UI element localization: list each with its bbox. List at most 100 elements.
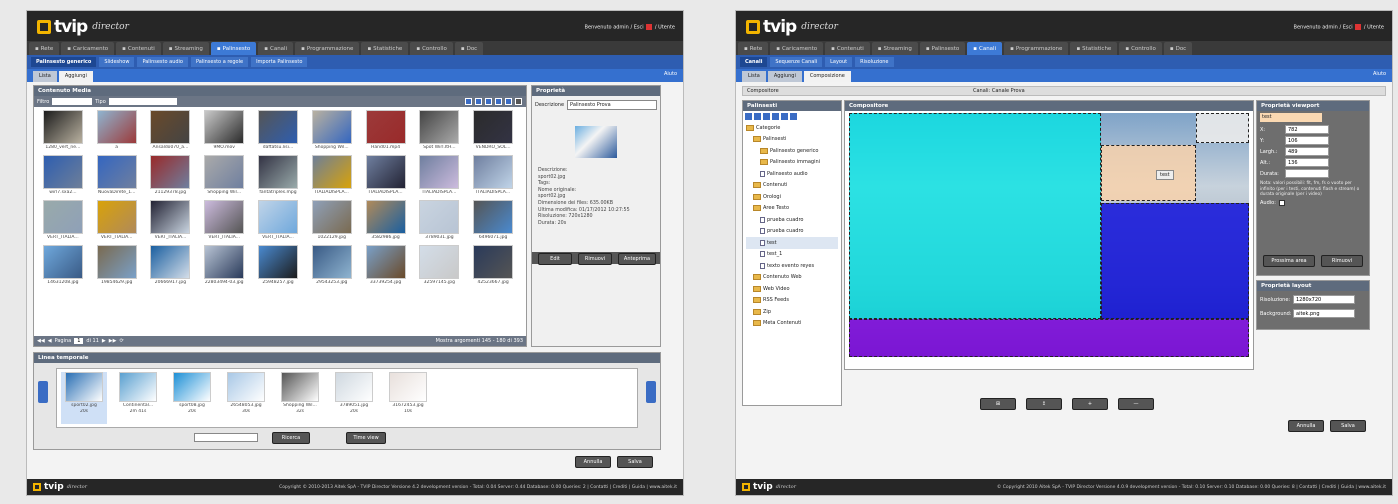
tree-tool-icon[interactable] — [754, 113, 761, 120]
last-page-icon[interactable]: ▶▶ — [109, 338, 117, 344]
subnav-item[interactable]: Importa Palinsesto — [251, 57, 308, 67]
media-thumb[interactable]: 3582986.jpg — [361, 200, 411, 240]
nav-tab-doc[interactable]: ▪ Doc — [1163, 42, 1193, 55]
prev-page-icon[interactable]: ◀ — [48, 338, 52, 344]
nav-tab-contenuti[interactable]: ▪ Contenuti — [116, 42, 161, 55]
tree-tool-icon[interactable] — [772, 113, 779, 120]
media-thumb[interactable]: ITALIADISPLA... — [468, 155, 518, 195]
media-thumb[interactable]: Spot Wirl.ItH... — [414, 110, 464, 150]
media-thumb[interactable]: 42523667.jpg — [468, 245, 518, 285]
viewport-name-input[interactable]: test — [1260, 113, 1322, 122]
edit-button[interactable]: Edit — [538, 253, 572, 265]
media-thumb[interactable]: a — [92, 110, 142, 150]
tree-tool-icon[interactable] — [781, 113, 788, 120]
tree-node[interactable]: Meta Contenuti — [746, 318, 838, 330]
nav-tab-programmazione[interactable]: ▪ Programmazione — [1004, 42, 1069, 55]
timeline-scroll-right-icon[interactable] — [646, 381, 656, 403]
subnav-item[interactable]: Canali — [740, 57, 768, 67]
subnav-item[interactable]: Risoluzione — [855, 57, 894, 67]
media-thumb[interactable]: daftatsu.lisi... — [253, 110, 303, 150]
next-area-button[interactable]: Prossima area — [1263, 255, 1315, 267]
tree-node[interactable]: Contenuto Web — [746, 272, 838, 284]
tree-node[interactable]: prueba cuadro — [746, 226, 838, 238]
timeline-item[interactable]: 3789051.jpg 20s — [331, 372, 377, 424]
tree-node[interactable]: Palinsesto audio — [746, 168, 838, 180]
nav-tab-doc[interactable]: ▪ Doc — [454, 42, 484, 55]
nav-tab-palinsesto[interactable]: ▪ Palinsesto — [210, 42, 257, 55]
timeline-item[interactable]: Continental... 2m 41s — [115, 372, 161, 424]
media-thumb[interactable]: 22803494-03.jpg — [199, 245, 249, 285]
tree-node[interactable]: Palinsesto immagini — [746, 157, 838, 169]
tree-tool-icon[interactable] — [790, 113, 797, 120]
time-view-button[interactable]: Time view — [346, 432, 386, 444]
nav-tab-rete[interactable]: ▪ Rete — [29, 42, 60, 55]
media-thumb[interactable]: NuovaDirete_1... — [92, 155, 142, 195]
view-icon[interactable] — [495, 98, 502, 105]
nav-tab-programmazione[interactable]: ▪ Programmazione — [295, 42, 360, 55]
view-icon[interactable] — [465, 98, 472, 105]
media-thumb[interactable]: 14631208.jpg — [38, 245, 88, 285]
tree-node[interactable]: prueba cuadro — [746, 214, 838, 226]
subnav-item[interactable]: Sequenze Canali — [770, 57, 823, 67]
tvip-logo[interactable]: tvip director — [37, 17, 129, 37]
nav-tab-canali[interactable]: ▪ Canali — [967, 42, 1003, 55]
media-thumb[interactable]: Hand01.mp4 — [361, 110, 411, 150]
nav-tab-canali[interactable]: ▪ Canali — [258, 42, 294, 55]
tree-node[interactable]: test_1 — [746, 249, 838, 261]
refresh-icon[interactable]: ⟳ — [119, 338, 123, 344]
tree-node[interactable]: Zip — [746, 306, 838, 318]
media-thumb[interactable]: fantatriples.mpg — [253, 155, 303, 195]
media-thumb[interactable]: VERT_ITALIA... — [253, 200, 303, 240]
nav-tab-controllo[interactable]: ▪ Controllo — [410, 42, 453, 55]
media-thumb[interactable]: 6496071.jpg — [468, 200, 518, 240]
cancel-button[interactable]: Annulla — [1288, 420, 1324, 432]
nav-tab-palinsesto[interactable]: ▪ Palinsesto — [919, 42, 966, 55]
view-icon[interactable] — [475, 98, 482, 105]
media-thumb[interactable]: Ansaldo070_a... — [146, 110, 196, 150]
media-thumb[interactable]: 21129378.jpg — [146, 155, 196, 195]
media-thumb[interactable]: 20666917.jpg — [146, 245, 196, 285]
background-select[interactable]: aitek.png — [1293, 309, 1355, 318]
tree-node[interactable]: Contenuti — [746, 180, 838, 192]
height-input[interactable]: 136 — [1285, 158, 1329, 167]
media-thumb[interactable]: Shopping Wil... — [199, 155, 249, 195]
tab-aggiungi[interactable]: Aggiungi — [767, 71, 802, 82]
tree-node[interactable]: test — [746, 237, 838, 249]
x-input[interactable]: 782 — [1285, 125, 1329, 134]
duration-input[interactable] — [1285, 169, 1329, 178]
tvip-logo[interactable]: tvip director — [746, 17, 838, 37]
tree-tool-icon[interactable] — [763, 113, 770, 120]
help-link[interactable]: Aiuto — [1373, 71, 1386, 77]
media-thumb[interactable]: ITALIADISPLA... — [414, 155, 464, 195]
tree-node[interactable]: Palinsesti — [746, 134, 838, 146]
tab-composizione[interactable]: Composizione — [803, 71, 851, 82]
media-thumb[interactable]: Shopping Wil... — [307, 110, 357, 150]
region-video[interactable] — [1101, 203, 1249, 319]
desc-input[interactable]: Palinsesto Prova — [567, 100, 657, 110]
filter-input[interactable] — [52, 98, 93, 105]
region-main[interactable] — [849, 113, 1101, 319]
tab-lista[interactable]: Lista — [742, 71, 766, 82]
tree-node[interactable]: Orologi — [746, 191, 838, 203]
type-select[interactable] — [108, 98, 177, 105]
nav-tab-streaming[interactable]: ▪ Streaming — [162, 42, 209, 55]
width-input[interactable]: 489 — [1285, 147, 1329, 156]
timeline-item[interactable]: Shopping Wil... 32s — [277, 372, 323, 424]
timeline-scroll-left-icon[interactable] — [38, 381, 48, 403]
add-area-button[interactable]: + — [1072, 398, 1108, 410]
media-thumb[interactable]: 9MO.mov — [199, 110, 249, 150]
timeline-search-input[interactable] — [194, 433, 258, 442]
tree-tool-icon[interactable] — [745, 113, 752, 120]
help-link[interactable]: Aiuto — [664, 71, 677, 77]
timeline-item[interactable]: 31672453.jpg 10s — [385, 372, 431, 424]
tab-aggiungi[interactable]: Aggiungi — [58, 71, 93, 82]
welcome-text[interactable]: Benvenuto admin / Esci — [585, 25, 644, 31]
media-thumb[interactable]: VENDRO_SOL... — [468, 110, 518, 150]
remove-area-tool-button[interactable]: — — [1118, 398, 1154, 410]
media-thumb[interactable]: 19854629.jpg — [92, 245, 142, 285]
nav-tab-caricamento[interactable]: ▪ Caricamento — [61, 42, 115, 55]
media-thumb[interactable]: 1022129.jpg — [307, 200, 357, 240]
view-icon[interactable] — [515, 98, 522, 105]
align-tool-button[interactable]: ↥ — [1026, 398, 1062, 410]
search-button[interactable]: Ricerca — [272, 432, 310, 444]
